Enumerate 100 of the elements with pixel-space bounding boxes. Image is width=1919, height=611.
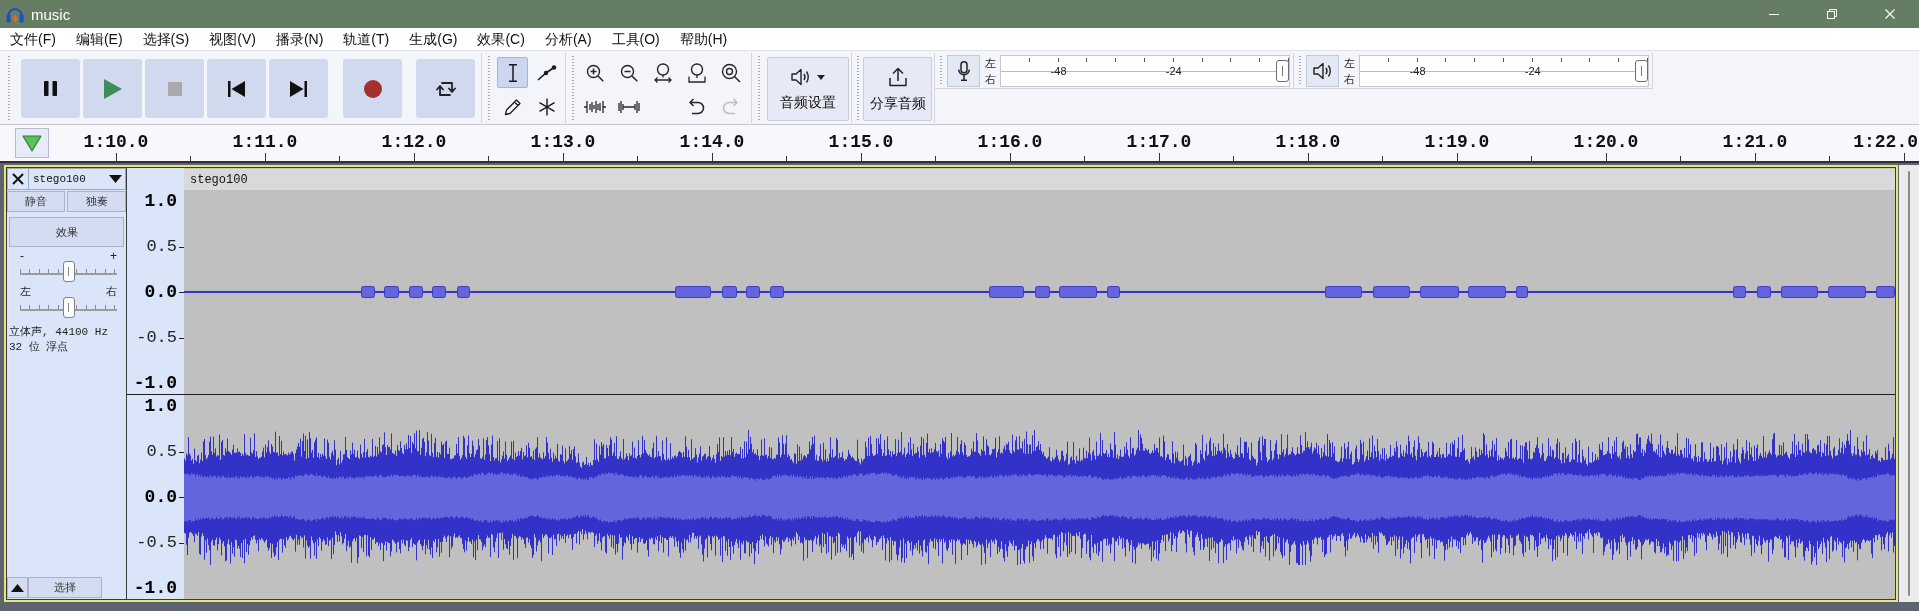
toolbar-grip[interactable]	[937, 56, 944, 85]
slider-thumb[interactable]	[62, 261, 75, 282]
time-label: 1:10.0	[83, 132, 149, 154]
time-label: 1:21.0	[1722, 132, 1788, 154]
menu-item[interactable]: 工具(O)	[601, 29, 670, 49]
menu-item[interactable]: 视图(V)	[199, 29, 266, 49]
i-beam-icon	[507, 63, 518, 82]
menu-item[interactable]: 轨道(T)	[333, 29, 400, 49]
meter-scale-label: -24	[1524, 65, 1541, 77]
solo-button[interactable]: 独奏	[67, 191, 126, 212]
close-icon	[1885, 9, 1895, 19]
loop-icon	[435, 80, 456, 97]
selection-tool-button[interactable]	[497, 57, 528, 88]
menu-item[interactable]: 选择(S)	[132, 29, 200, 49]
minimize-icon	[1769, 13, 1779, 15]
speaker-icon	[791, 68, 811, 86]
amplitude-label: -1.0	[133, 580, 178, 596]
skip-to-start-button[interactable]	[207, 59, 266, 118]
speaker-button[interactable]	[1306, 55, 1339, 87]
menu-item[interactable]: 生成(G)	[399, 29, 468, 49]
clip-name: stego100	[190, 172, 248, 187]
undo-icon	[688, 98, 705, 115]
time-label: 1:18.0	[1275, 132, 1341, 154]
menu-item[interactable]: 效果(C)	[467, 29, 535, 49]
magnifier-arrows-icon	[652, 62, 673, 83]
time-label: 1:13.0	[530, 132, 596, 154]
amplitude-label: 0.0	[144, 489, 184, 505]
microphone-button[interactable]	[947, 55, 980, 87]
recording-meter[interactable]: -48 -24	[1000, 55, 1290, 87]
pan-left-label: 左	[20, 285, 31, 297]
up-triangle-icon	[11, 583, 24, 592]
microphone-icon	[957, 61, 970, 81]
zoom-out-icon	[619, 63, 638, 82]
close-icon	[12, 173, 24, 185]
upload-icon	[887, 67, 908, 87]
waveform-bars-icon	[583, 99, 606, 114]
time-label: 1:14.0	[679, 132, 745, 154]
amplitude-label: 1.0	[144, 193, 178, 209]
speaker-icon	[1312, 62, 1333, 80]
collapse-button[interactable]	[7, 577, 28, 598]
meter-scale-label: -24	[1165, 65, 1182, 77]
menu-item[interactable]: 播录(N)	[265, 29, 334, 49]
time-label: 1:15.0	[828, 132, 894, 154]
scrollbar-thumb[interactable]	[1908, 171, 1910, 596]
time-label: 1:19.0	[1424, 132, 1490, 154]
time-label: 1:17.0	[1126, 132, 1192, 154]
slider-thumb[interactable]	[62, 297, 75, 318]
playhead-button[interactable]	[15, 128, 49, 158]
toolbar-grip[interactable]	[1296, 56, 1303, 85]
redo-icon	[722, 98, 739, 115]
menu-item[interactable]: 编辑(E)	[65, 29, 133, 49]
share-audio-button[interactable]: 分享音频	[863, 57, 932, 121]
record-icon	[363, 79, 382, 98]
menu-item[interactable]: 文件(F)	[0, 29, 66, 49]
skip-to-end-button[interactable]	[269, 59, 328, 118]
effects-button[interactable]: 效果	[9, 217, 124, 247]
flat-line-bars-icon	[617, 99, 640, 114]
time-label: 1:12.0	[381, 132, 447, 154]
meter-scale-label: -48	[1050, 65, 1067, 77]
volume-slider-thumb[interactable]	[1635, 60, 1648, 82]
asterisk-icon	[537, 97, 556, 116]
caret-down-icon	[817, 74, 825, 80]
pause-button[interactable]	[21, 59, 80, 118]
menu-item[interactable]: 分析(A)	[534, 29, 602, 49]
menu-item[interactable]: 帮助(H)	[669, 29, 738, 49]
volume-slider-thumb[interactable]	[1276, 60, 1289, 82]
vertical-scrollbar[interactable]	[1899, 165, 1919, 602]
select-button[interactable]: 选择	[28, 577, 102, 598]
time-label: 1:20.0	[1573, 132, 1639, 154]
meter-channel-label: 左	[1343, 56, 1355, 71]
close-track-button[interactable]	[7, 168, 29, 190]
window-title: music	[31, 5, 71, 23]
time-label: 1:22.0	[1853, 132, 1918, 154]
play-icon	[103, 78, 122, 99]
pan-right-label: 右	[106, 285, 117, 297]
audio-setup-button[interactable]: 音频设置	[767, 57, 849, 121]
down-triangle-icon	[22, 134, 42, 152]
headphones-icon	[6, 5, 24, 23]
time-label: 1:16.0	[977, 132, 1043, 154]
meter-channel-label: 右	[984, 72, 996, 87]
restore-icon	[1827, 9, 1837, 19]
record-button[interactable]	[343, 59, 402, 118]
skip-to-start-icon	[228, 80, 245, 97]
magnifier-bracket-icon	[686, 62, 707, 83]
track-info-text: 立体声, 44100 Hz	[9, 325, 109, 340]
loop-button[interactable]	[416, 59, 475, 118]
meter-channel-label: 右	[1343, 72, 1355, 87]
meter-channel-label: 左	[984, 56, 996, 71]
pencil-icon	[503, 97, 522, 116]
playback-meter[interactable]: -48 -24	[1359, 55, 1649, 87]
line-with-dots-icon	[536, 64, 557, 81]
caret-down-icon	[109, 175, 122, 183]
amplitude-label: -1.0	[133, 375, 178, 391]
amplitude-label: 0.0	[144, 284, 184, 300]
track-name-dropdown[interactable]: stego100	[29, 168, 126, 190]
amplitude-label: 1.0	[144, 398, 178, 414]
gain-minus-label: -	[20, 251, 24, 261]
skip-to-end-icon	[290, 80, 307, 97]
mute-button[interactable]: 静音	[7, 191, 65, 212]
magnifier-ring-icon	[720, 62, 741, 83]
